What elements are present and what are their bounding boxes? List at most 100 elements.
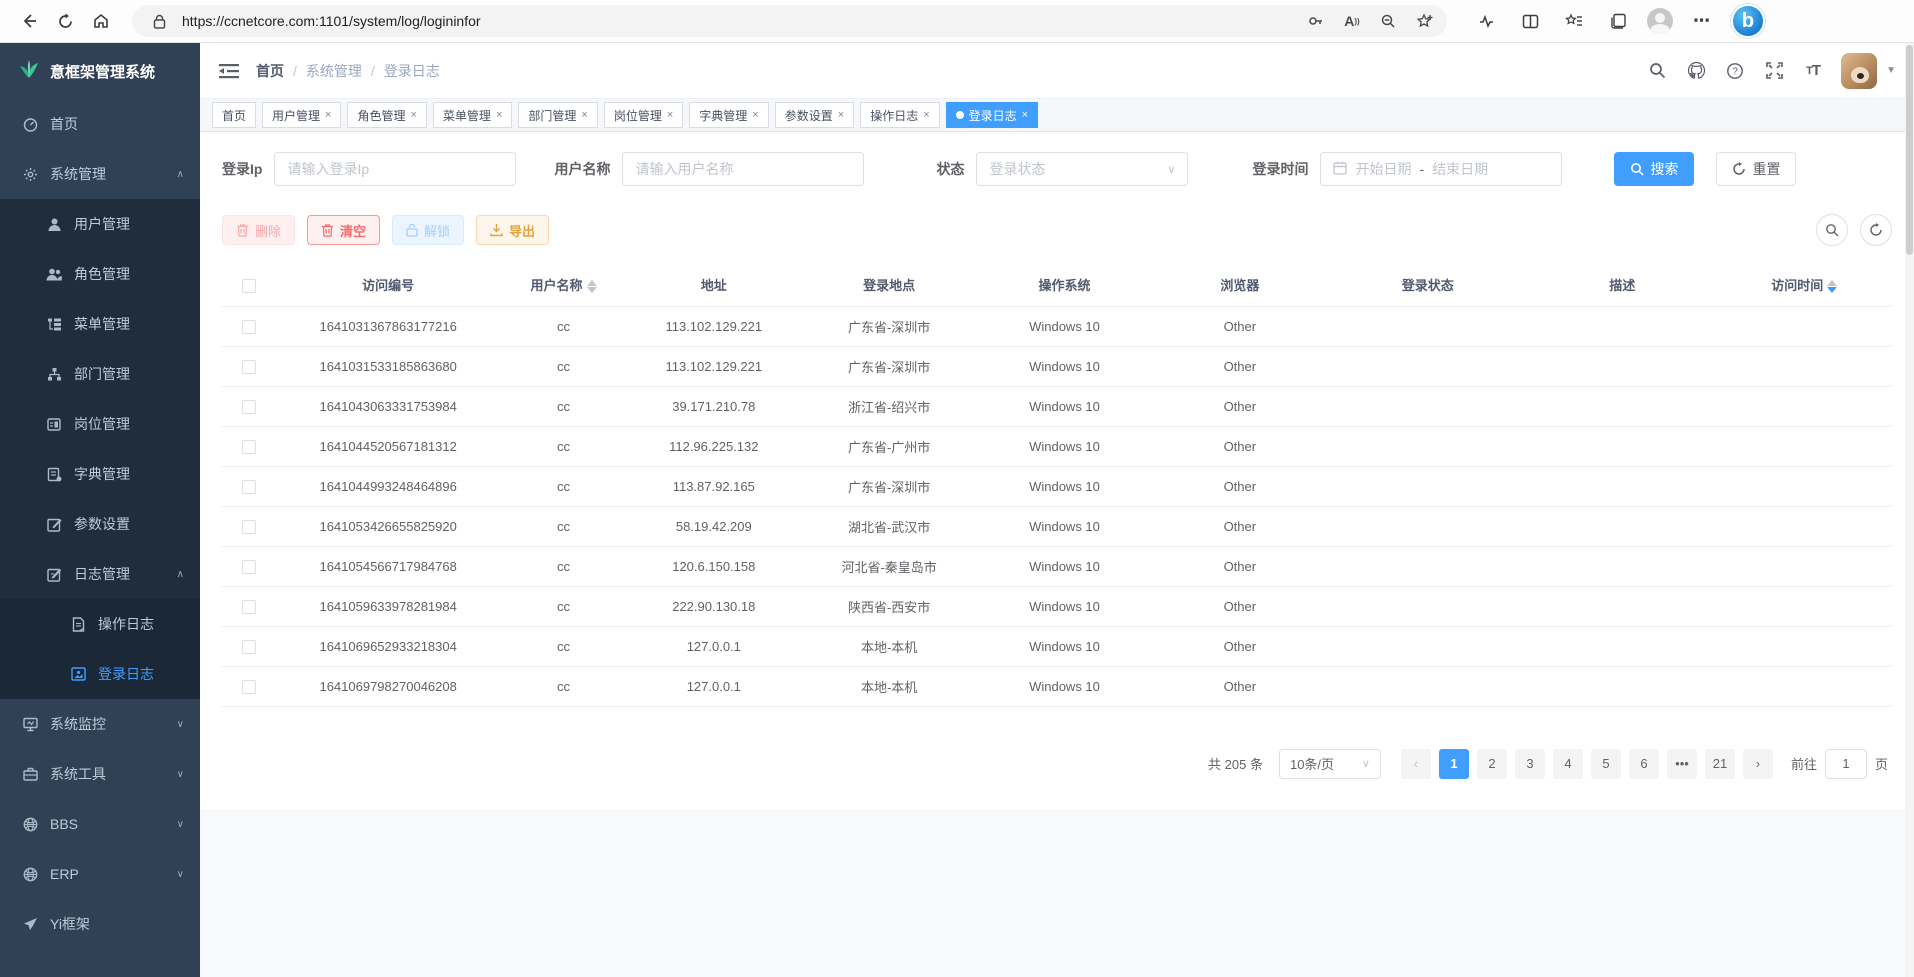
tab-登录日志[interactable]: 登录日志× [946,102,1038,128]
sidebar-item-角色管理[interactable]: 角色管理 [0,249,200,299]
browser-home-icon[interactable] [86,6,116,36]
row-checkbox[interactable] [242,440,256,454]
page-scrollbar[interactable] [1905,43,1914,977]
sidebar-item-Yi框架[interactable]: Yi框架 [0,899,200,949]
sidebar-item-字典管理[interactable]: 字典管理 [0,449,200,499]
date-range-picker[interactable]: 开始日期 - 结束日期 [1320,152,1562,186]
sidebar-item-ERP[interactable]: ERP∨ [0,849,200,899]
row-checkbox[interactable] [242,320,256,334]
close-tab-icon[interactable]: × [923,109,929,121]
col-username[interactable]: 用户名称 [501,264,626,306]
row-checkbox[interactable] [242,400,256,414]
sidebar-item-部门管理[interactable]: 部门管理 [0,349,200,399]
help-icon[interactable]: ? [1724,60,1746,82]
ip-input[interactable]: 请输入登录Ip [274,152,516,186]
page-size-select[interactable]: 10条/页 ∨ [1279,749,1381,779]
zoom-out-icon[interactable] [1375,8,1401,34]
sidebar-item-系统工具[interactable]: 系统工具∨ [0,749,200,799]
tab-字典管理[interactable]: 字典管理× [689,102,768,128]
breadcrumb-system[interactable]: 系统管理 [306,61,362,81]
avatar-caret-icon[interactable]: ▼ [1886,65,1896,76]
page-button-21[interactable]: 21 [1705,749,1735,779]
tab-首页[interactable]: 首页 [212,102,256,128]
tab-用户管理[interactable]: 用户管理× [262,102,341,128]
page-button-5[interactable]: 5 [1591,749,1621,779]
url-text[interactable]: https://ccnetcore.com:1101/system/log/lo… [182,13,1293,29]
row-checkbox[interactable] [242,520,256,534]
close-tab-icon[interactable]: × [667,109,673,121]
tab-部门管理[interactable]: 部门管理× [518,102,597,128]
github-icon[interactable] [1685,60,1707,82]
show-search-icon-button[interactable] [1816,214,1848,246]
user-avatar[interactable] [1841,53,1877,89]
page-button-2[interactable]: 2 [1477,749,1507,779]
sidebar-item-系统监控[interactable]: 系统监控∨ [0,699,200,749]
browser-back-icon[interactable] [14,6,44,36]
app-logo[interactable]: 意框架管理系统 [0,43,200,99]
header-search-icon[interactable] [1646,60,1668,82]
row-checkbox[interactable] [242,600,256,614]
close-tab-icon[interactable]: × [581,109,587,121]
password-key-icon[interactable] [1303,8,1329,34]
row-checkbox[interactable] [242,640,256,654]
fullscreen-icon[interactable] [1763,60,1785,82]
sidebar-item-首页[interactable]: 首页 [0,99,200,149]
split-screen-icon[interactable] [1515,6,1545,36]
tab-操作日志[interactable]: 操作日志× [860,102,939,128]
collections-icon[interactable] [1603,6,1633,36]
more-pages-button[interactable]: ••• [1667,749,1697,779]
close-tab-icon[interactable]: × [410,109,416,121]
close-tab-icon[interactable]: × [496,109,502,121]
search-button[interactable]: 搜索 [1614,152,1694,186]
row-checkbox[interactable] [242,680,256,694]
sidebar-item-登录日志[interactable]: 登录日志 [0,649,200,699]
close-tab-icon[interactable]: × [752,109,758,121]
sidebar-item-菜单管理[interactable]: 菜单管理 [0,299,200,349]
tab-角色管理[interactable]: 角色管理× [347,102,426,128]
collapse-sidebar-icon[interactable] [216,58,242,84]
browser-profile-avatar[interactable] [1647,8,1673,34]
font-size-icon[interactable]: TT [1802,60,1824,82]
row-checkbox[interactable] [242,560,256,574]
page-button-6[interactable]: 6 [1629,749,1659,779]
select-all-checkbox[interactable] [242,279,256,293]
unlock-button[interactable]: 解锁 [392,215,464,245]
sidebar-item-日志管理[interactable]: 日志管理∧ [0,549,200,599]
sidebar-item-操作日志[interactable]: 操作日志 [0,599,200,649]
sidebar-item-用户管理[interactable]: 用户管理 [0,199,200,249]
next-page-button[interactable]: › [1743,749,1773,779]
browser-refresh-icon[interactable] [50,6,80,36]
address-bar[interactable]: https://ccnetcore.com:1101/system/log/lo… [132,5,1447,37]
goto-page-input[interactable]: 1 [1825,749,1867,779]
sidebar-item-参数设置[interactable]: 参数设置 [0,499,200,549]
sidebar-item-BBS[interactable]: BBS∨ [0,799,200,849]
reset-button[interactable]: 重置 [1716,152,1796,186]
close-tab-icon[interactable]: × [838,109,844,121]
read-aloud-icon[interactable]: A)) [1339,8,1365,34]
delete-button[interactable]: 删除 [222,215,295,245]
add-favorite-icon[interactable] [1411,8,1437,34]
favorites-bar-icon[interactable] [1559,6,1589,36]
tab-岗位管理[interactable]: 岗位管理× [604,102,683,128]
close-tab-icon[interactable]: × [325,109,331,121]
page-button-3[interactable]: 3 [1515,749,1545,779]
bing-logo-icon[interactable]: b [1731,4,1765,38]
prev-page-button[interactable]: ‹ [1401,749,1431,779]
tab-菜单管理[interactable]: 菜单管理× [433,102,512,128]
username-input[interactable]: 请输入用户名称 [622,152,864,186]
page-button-1[interactable]: 1 [1439,749,1469,779]
tab-参数设置[interactable]: 参数设置× [775,102,854,128]
status-select[interactable]: 登录状态 ∨ [976,152,1188,186]
col-visit-time[interactable]: 访问时间 [1717,264,1892,306]
row-checkbox[interactable] [242,360,256,374]
export-button[interactable]: 导出 [476,215,549,245]
row-checkbox[interactable] [242,480,256,494]
sidebar-item-岗位管理[interactable]: 岗位管理 [0,399,200,449]
browser-essentials-icon[interactable] [1471,6,1501,36]
browser-menu-icon[interactable]: ⋯ [1687,6,1717,36]
refresh-table-button[interactable] [1860,214,1892,246]
clear-button[interactable]: 清空 [307,215,380,245]
close-tab-icon[interactable]: × [1022,109,1028,121]
breadcrumb-home[interactable]: 首页 [256,61,284,81]
page-button-4[interactable]: 4 [1553,749,1583,779]
